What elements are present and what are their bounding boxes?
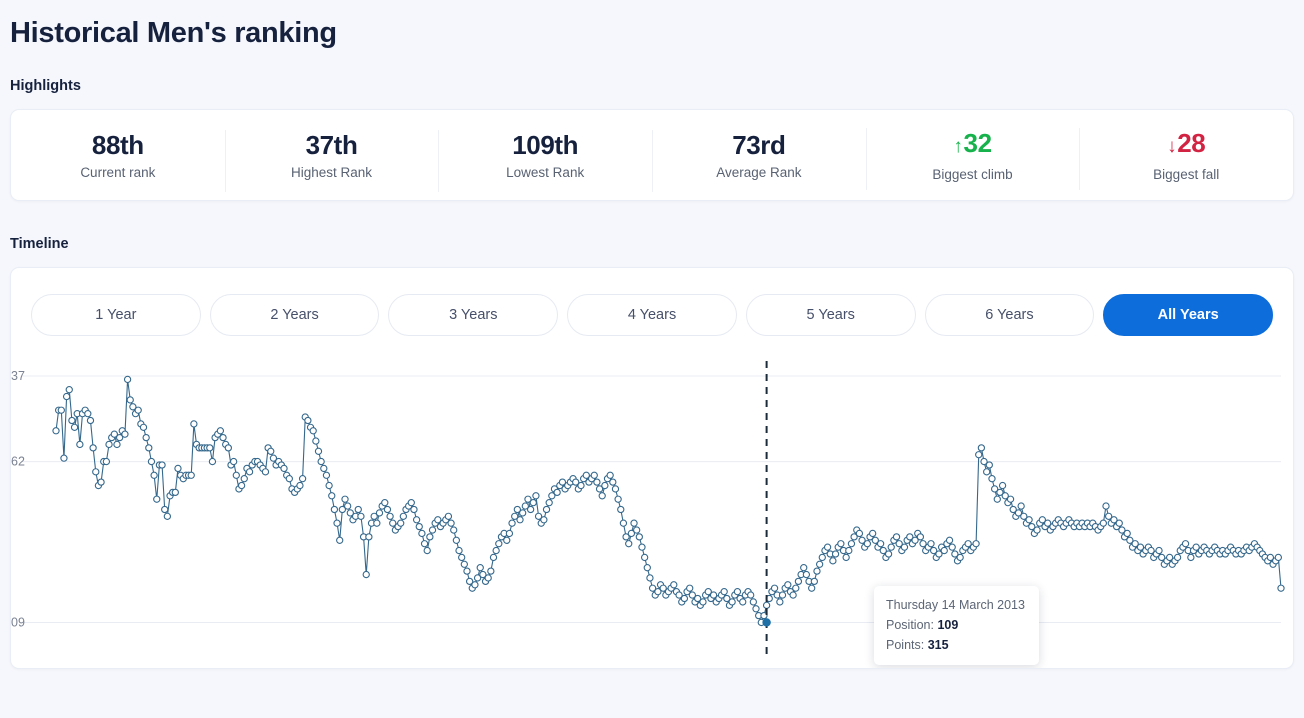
range-tab-4-years[interactable]: 4 Years bbox=[567, 294, 737, 336]
stat-value-biggest-climb: ↑32 bbox=[866, 128, 1080, 162]
arrow-down-icon: ↓ bbox=[1167, 135, 1177, 157]
tooltip-points-value: 315 bbox=[927, 638, 949, 652]
stat-average-rank: 73rd Average Rank bbox=[652, 126, 866, 192]
stat-label-lowest-rank: Lowest Rank bbox=[506, 164, 585, 180]
range-tab-all-years[interactable]: All Years bbox=[1103, 294, 1274, 336]
range-tab-5-years[interactable]: 5 Years bbox=[745, 294, 916, 336]
tooltip-position-value: 109 bbox=[937, 618, 959, 632]
range-tab-2-years[interactable]: 2 Years bbox=[209, 294, 380, 336]
stat-biggest-climb: ↑32 Biggest climb bbox=[865, 124, 1080, 190]
timeline-section-label: Timeline bbox=[10, 236, 69, 252]
stat-value-average-rank: 73rd bbox=[732, 129, 786, 160]
svg-text:37: 37 bbox=[11, 369, 25, 383]
tooltip-position-label: Position: bbox=[886, 618, 934, 632]
tooltip-points: Points: 315 bbox=[886, 635, 1027, 655]
tooltip-position: Position: 109 bbox=[886, 615, 1027, 635]
stat-number-biggest-fall: 28 bbox=[1177, 127, 1206, 158]
ranking-chart[interactable]: 37 62 09 Thursday 14 March 2013 Position: … bbox=[11, 358, 1293, 665]
stat-biggest-fall: ↓28 Biggest fall bbox=[1079, 124, 1293, 190]
svg-text:62: 62 bbox=[11, 455, 25, 469]
stat-number-biggest-climb: 32 bbox=[963, 127, 993, 158]
stat-current-rank: 88th Current rank bbox=[11, 126, 225, 185]
stat-label-highest-rank: Highest Rank bbox=[290, 164, 373, 180]
stat-value-current-rank: 88th bbox=[91, 129, 144, 160]
timeline-card: 1 Year 2 Years 3 Years 4 Years 5 Years 6… bbox=[10, 267, 1294, 669]
stat-highest-rank: 37th Highest Rank bbox=[224, 126, 439, 192]
stat-label-average-rank: Average Rank bbox=[716, 164, 802, 180]
tooltip-date: Thursday 14 March 2013 bbox=[886, 598, 1025, 612]
tooltip-points-label: Points: bbox=[886, 638, 925, 652]
page-root: Historical Men's ranking Highlights 88th… bbox=[0, 0, 1304, 718]
chart-tooltip: Thursday 14 March 2013 Position: 109 Poi… bbox=[874, 586, 1039, 665]
range-tab-6-years[interactable]: 6 Years bbox=[924, 294, 1095, 336]
chart-series-markers bbox=[52, 375, 1285, 627]
range-tab-group: 1 Year 2 Years 3 Years 4 Years 5 Years 6… bbox=[11, 268, 1293, 336]
svg-text:09: 09 bbox=[11, 615, 25, 629]
highlights-card: 88th Current rank 37th Highest Rank 109t… bbox=[10, 109, 1294, 201]
range-tab-3-years[interactable]: 3 Years bbox=[388, 294, 559, 336]
stat-value-biggest-fall: ↓28 bbox=[1079, 128, 1293, 162]
stat-value-lowest-rank: 109th bbox=[512, 129, 579, 160]
chart-highlight-point[interactable] bbox=[762, 618, 771, 627]
page-title: Historical Men's ranking bbox=[10, 17, 337, 49]
stat-label-biggest-climb: Biggest climb bbox=[932, 166, 1013, 182]
stat-lowest-rank: 109th Lowest Rank bbox=[438, 126, 652, 192]
range-tab-1-year[interactable]: 1 Year bbox=[31, 294, 201, 336]
arrow-up-icon: ↑ bbox=[953, 135, 963, 157]
stat-value-highest-rank: 37th bbox=[305, 129, 358, 160]
chart-y-tick-labels: 37 62 09 bbox=[11, 369, 25, 629]
stat-label-biggest-fall: Biggest fall bbox=[1153, 166, 1220, 182]
stat-label-current-rank: Current rank bbox=[80, 164, 156, 180]
highlights-section-label: Highlights bbox=[10, 78, 81, 94]
ranking-chart-svg[interactable]: 37 62 09 bbox=[11, 358, 1293, 658]
